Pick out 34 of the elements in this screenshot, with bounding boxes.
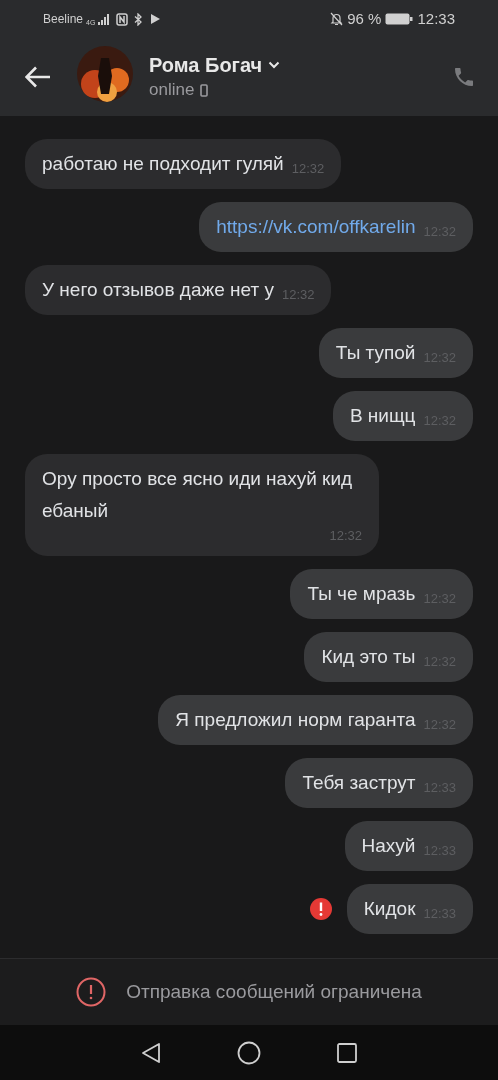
- error-icon[interactable]: [308, 897, 333, 921]
- call-icon[interactable]: [452, 65, 476, 89]
- avatar[interactable]: [77, 46, 133, 102]
- clock: 12:33: [417, 8, 455, 29]
- chevron-down-icon[interactable]: [268, 61, 281, 69]
- restriction-notice: Отправка сообщений ограничена: [126, 979, 422, 1004]
- back-nav-icon[interactable]: [141, 1041, 161, 1064]
- message-text: Ору просто все ясно иди нахуй кид ебаный: [42, 467, 354, 523]
- nfc-icon: [116, 12, 129, 26]
- warning-icon: [76, 977, 107, 1007]
- back-arrow-icon[interactable]: [25, 66, 51, 88]
- message-text: работаю не подходит гуляй: [42, 152, 284, 176]
- phone-device-icon: [200, 83, 209, 97]
- message-text: Кид это ты: [321, 645, 416, 669]
- muted-bell-icon: [330, 12, 344, 26]
- signal-icon: [98, 13, 111, 25]
- message-link[interactable]: https://vk.com/offkarelin: [216, 211, 416, 243]
- bluetooth-icon: [134, 12, 144, 26]
- message-text: Ты тупой: [335, 341, 416, 365]
- contact-name[interactable]: Рома Богач: [149, 50, 263, 80]
- home-nav-icon[interactable]: [237, 1040, 261, 1065]
- recents-nav-icon[interactable]: [337, 1042, 357, 1063]
- carrier-name: Beeline: [43, 11, 84, 28]
- battery-icon: [385, 13, 414, 25]
- message-text: Тебя заструт: [302, 771, 416, 795]
- message-text: У него отзывов даже нет у: [42, 278, 274, 302]
- play-icon: [151, 14, 161, 24]
- message-text: В нищц: [349, 404, 416, 428]
- message-text: Кидок: [363, 897, 416, 921]
- message-text: Я предложил норм гаранта: [175, 708, 416, 732]
- battery-level: 96 %: [347, 8, 382, 29]
- message-text: Ты че мразь: [307, 582, 416, 606]
- message-text: Нахуй: [361, 834, 416, 858]
- online-status: online: [149, 80, 195, 100]
